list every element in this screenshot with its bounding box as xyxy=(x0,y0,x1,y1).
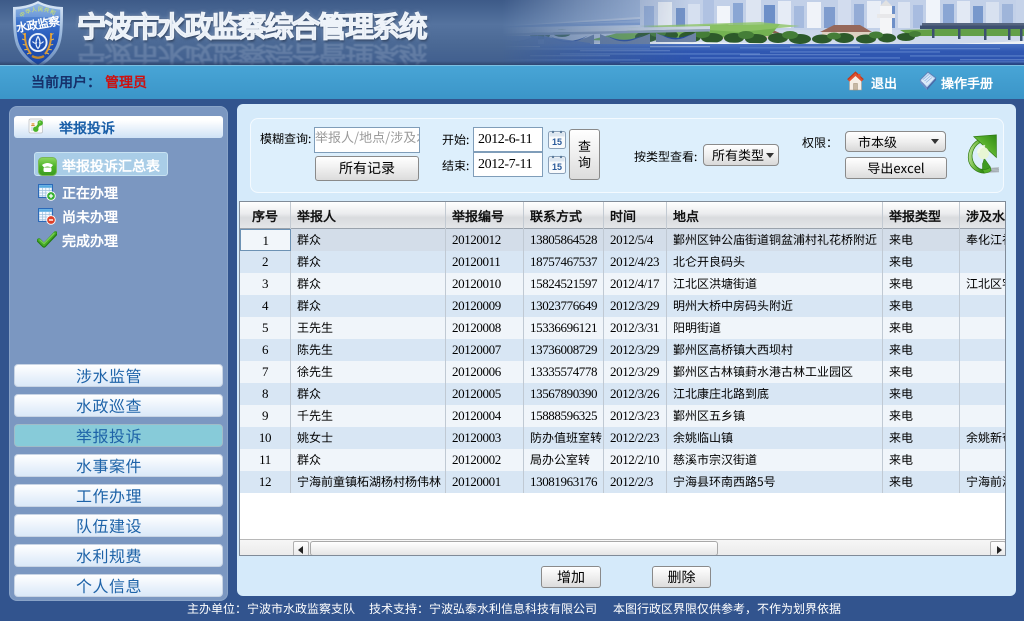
svg-text:15: 15 xyxy=(552,162,562,172)
svg-text:15: 15 xyxy=(552,137,562,147)
